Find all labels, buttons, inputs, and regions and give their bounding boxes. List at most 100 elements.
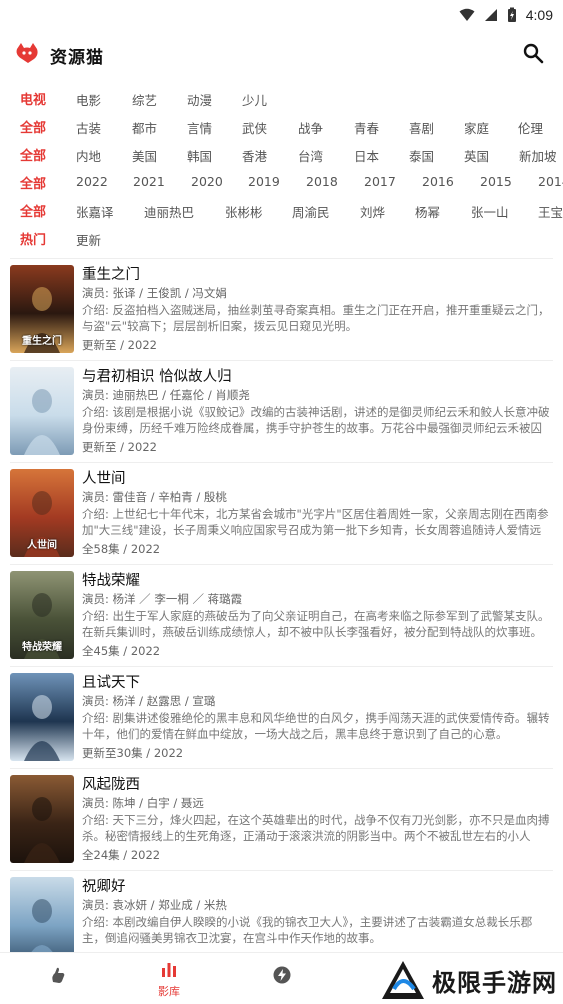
filter-option[interactable]: 张彬彬 [225, 202, 263, 221]
library-icon [162, 963, 176, 977]
home-icon [52, 967, 65, 983]
item-description: 介绍: 出生于军人家庭的燕破岳为了向父亲证明自己，在高考来临之际参军到了武警某支… [82, 609, 550, 639]
filter-option[interactable]: 2021 [133, 174, 165, 189]
poster-image [10, 877, 74, 952]
filter-option[interactable]: 周渝民 [292, 202, 330, 221]
list-item[interactable]: 祝卿好 演员: 袁冰妍 / 郑业成 / 米热 介绍: 本剧改编自伊人睽睽的小说《我的… [10, 870, 553, 952]
item-title: 且试天下 [82, 675, 140, 691]
signal-icon [484, 9, 497, 21]
filter-option[interactable]: 家庭 [464, 118, 489, 137]
item-status: 全45集 / 2022 [82, 644, 161, 658]
list-item[interactable]: 且试天下 演员: 杨洋 / 赵露思 / 宣璐 介绍: 剧集讲述俊雅绝伦的黑丰息和风华… [10, 666, 553, 766]
status-time: 4:09 [525, 7, 553, 23]
poster-title: 特战荣耀 [22, 642, 62, 653]
watermark-text: 极限手游网 [432, 967, 557, 997]
list-item[interactable]: 重生之门 重生之门 演员: 张译 / 王俊凯 / 冯文娟 介绍: 反盗拍档入盗贼迷局，… [10, 258, 553, 358]
nav-flash[interactable] [262, 965, 302, 989]
filter-option[interactable]: 古装 [76, 118, 101, 137]
filter-option[interactable]: 日本 [354, 146, 379, 165]
item-title: 特战荣耀 [82, 573, 140, 589]
filter-option[interactable]: 韩国 [187, 146, 212, 165]
filter-option[interactable]: 战争 [298, 118, 323, 137]
item-description: 介绍: 本剧改编自伊人睽睽的小说《我的锦衣卫大人》，主要讲述了古装霸道女总裁长乐… [82, 915, 533, 945]
item-status: 更新至 / 2022 [82, 338, 157, 352]
nav-home[interactable] [38, 965, 78, 989]
list-item[interactable]: 风起陇西 演员: 陈坤 / 白宇 / 聂远 介绍: 天下三分，烽火四起，在这个英雄辈… [10, 768, 553, 868]
list-item[interactable]: 与君初相识 恰似故人归演员: 迪丽热巴 / 任嘉伦 / 肖顺尧介绍: 该剧是根据… [10, 360, 553, 460]
poster-image [10, 775, 74, 863]
filter-option[interactable]: 2015 [480, 174, 512, 189]
wifi-icon [459, 8, 475, 21]
filter-option[interactable]: 伦理 [518, 118, 543, 137]
filter-option[interactable]: 新加坡 [519, 146, 557, 165]
filter-option[interactable]: 2016 [422, 174, 454, 189]
filter-option[interactable]: 2020 [191, 174, 223, 189]
filter-option[interactable]: 2018 [306, 174, 338, 189]
filter-row: 全部 内地 美国 韩国 香港 台湾 日本 泰国 英国 新加坡 [0, 140, 563, 168]
filter-option[interactable]: 内地 [76, 146, 101, 165]
item-status: 更新至 / 2022 [82, 440, 157, 454]
video-list: 重生之门 重生之门 演员: 张译 / 王俊凯 / 冯文娟 介绍: 反盗拍档入盗贼迷局，… [0, 258, 563, 952]
item-description: 介绍: 剧集讲述俊雅绝伦的黑丰息和风华绝世的白风夕，携手闯荡天涯的武侠爱情传奇。… [82, 711, 550, 741]
filter-option[interactable]: 武侠 [242, 118, 267, 137]
filter-option[interactable]: 喜剧 [409, 118, 434, 137]
app-title: 资源猫 [50, 48, 104, 68]
poster-image [10, 673, 74, 761]
poster-title: 人世间 [27, 540, 57, 551]
filter-option[interactable]: 迪丽热巴 [144, 202, 194, 221]
filter-label[interactable]: 电视 [20, 89, 46, 108]
filter-label[interactable]: 全部 [20, 201, 46, 220]
filter-option[interactable]: 刘烨 [360, 202, 385, 221]
flash-icon [273, 966, 291, 984]
filter-label[interactable]: 全部 [20, 173, 46, 192]
app-logo-icon [16, 43, 38, 63]
search-icon[interactable] [521, 41, 545, 65]
filter-label[interactable]: 热门 [20, 229, 46, 248]
poster-image: 人世间 [10, 469, 74, 557]
item-title: 重生之门 [82, 267, 140, 283]
item-description: 介绍: 该剧是根据小说《驭鲛记》改编的古装神话剧，讲述的是御灵师纪云禾和鲛人长意… [82, 405, 550, 435]
filter-label[interactable]: 全部 [20, 145, 46, 164]
item-description: 介绍: 反盗拍档入盗贼迷局，抽丝剥茧寻奇案真相。重生之门正在开启，推开重重疑云之… [82, 303, 550, 333]
filter-option[interactable]: 泰国 [409, 146, 434, 165]
item-status: 更新至30集 / 2022 [82, 746, 184, 760]
filter-option[interactable]: 王宝强 [538, 202, 563, 221]
filter-row: 全部 古装 都市 言情 武侠 战争 青春 喜剧 家庭 伦理 [0, 112, 563, 140]
filter-option[interactable]: 2022 [76, 174, 108, 189]
filter-option[interactable]: 香港 [242, 146, 267, 165]
poster-image: 特战荣耀 [10, 571, 74, 659]
filter-row: 热门 更新 [0, 224, 563, 252]
filter-option[interactable]: 都市 [132, 118, 157, 137]
item-description: 介绍: 上世纪七十年代末，北方某省会城市"光字片"区居住着周姓一家，父亲周志刚在… [82, 507, 549, 537]
filter-option[interactable]: 言情 [187, 118, 212, 137]
filter-option[interactable]: 动漫 [187, 90, 212, 109]
nav-library-label: 影库 [158, 985, 180, 998]
list-item[interactable]: 人世间 人世间 演员: 雷佳音 / 辛柏青 / 殷桃 介绍: 上世纪七十年代末，北方某… [10, 462, 553, 562]
poster-title: 重生之门 [22, 336, 62, 347]
filter-option[interactable]: 电影 [76, 90, 101, 109]
filter-option[interactable]: 美国 [132, 146, 157, 165]
list-item[interactable]: 特战荣耀 特战荣耀 演员: 杨洋 ／ 李一桐 ／ 蒋璐霞 介绍: 出生于军人家庭的燕破… [10, 564, 553, 664]
item-description: 介绍: 天下三分，烽火四起，在这个英雄辈出的时代，战争不仅有刀光剑影，亦不只是血… [82, 813, 550, 843]
filter-option[interactable]: 少儿 [242, 90, 267, 109]
item-title: 与君初相识 恰似故人归 [82, 369, 232, 385]
item-title: 祝卿好 [82, 879, 126, 895]
filter-option[interactable]: 更新 [76, 230, 101, 249]
filter-option[interactable]: 2019 [248, 174, 280, 189]
item-cast: 演员: 张译 / 王俊凯 / 冯文娟 [82, 286, 227, 300]
filter-option[interactable]: 2017 [364, 174, 396, 189]
filter-option[interactable]: 张一山 [471, 202, 509, 221]
item-cast: 演员: 迪丽热巴 / 任嘉伦 / 肖顺尧 [82, 388, 250, 402]
item-status: 全24集 / 2022 [82, 848, 161, 862]
filter-option[interactable]: 张嘉译 [76, 202, 114, 221]
filter-option[interactable]: 杨幂 [415, 202, 440, 221]
app-header: 资源猫 [0, 32, 563, 76]
filter-option[interactable]: 英国 [464, 146, 489, 165]
nav-library[interactable]: 影库 [149, 961, 189, 999]
filter-label[interactable]: 全部 [20, 117, 46, 136]
filter-option[interactable]: 青春 [354, 118, 379, 137]
watermark-logo-icon [382, 961, 424, 999]
filter-option[interactable]: 台湾 [298, 146, 323, 165]
filter-option[interactable]: 综艺 [132, 90, 157, 109]
filter-option[interactable]: 2014 [538, 174, 563, 189]
